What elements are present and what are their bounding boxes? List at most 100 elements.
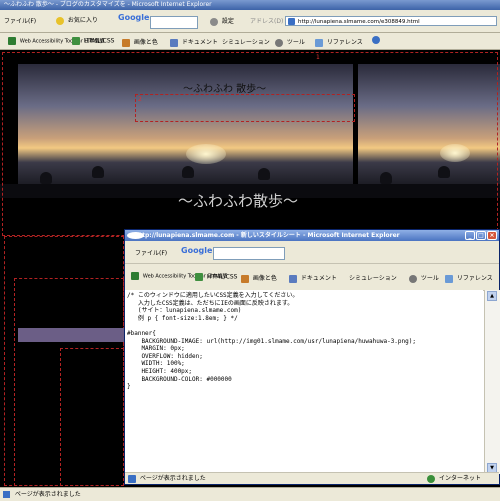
accessibility-toolbar: Web Accessibility Toolbar 日本語版 HTML/CSS … xyxy=(0,33,500,50)
gear-icon xyxy=(210,17,218,26)
css-line: MARGIN: 0px; xyxy=(127,345,185,353)
window-title: ～ふわふわ 散歩～ - ブログのカスタマイズを - Microsoft Inte… xyxy=(4,1,212,8)
google-toolbar: Google xyxy=(118,13,149,22)
check-icon xyxy=(72,37,80,45)
css-line: /* このウィンドウに適用したいCSS定義を入力してください。 xyxy=(127,292,299,299)
popup-html-css-menu[interactable]: HTML/CSS xyxy=(195,273,237,281)
popup-reference-menu[interactable]: リファレンス xyxy=(445,273,493,283)
popup-tools-label: ツール xyxy=(420,275,439,282)
address-bar[interactable]: http://lunapiena.slmame.com/e308849.html xyxy=(285,16,497,26)
popup-accessibility-toolbar: Web Accessibility Toolbar 日本語版 HTML/CSS … xyxy=(125,264,499,291)
css-line: } xyxy=(127,383,131,391)
css-line: OVERFLOW: hidden; xyxy=(127,352,203,360)
css-line: 入力したCSS定義は、ただちにIEの画面に反映されます。 xyxy=(127,299,294,307)
editor-scrollbar[interactable]: ▲ ▼ xyxy=(484,290,500,474)
maximize-button[interactable]: □ xyxy=(476,231,486,240)
css-editor-textarea[interactable]: /* このウィンドウに適用したいCSS定義を入力してください。 入力したCSS定… xyxy=(125,290,483,474)
tools-label: ツール xyxy=(286,39,305,46)
reference-label: リファレンス xyxy=(326,39,363,46)
main-toolbar: ファイル(F) お気に入り Google 設定 アドレス(D) http://l… xyxy=(0,10,500,33)
address-value: http://lunapiena.slmame.com/e308849.html xyxy=(298,19,420,25)
html-css-label: HTML/CSS xyxy=(83,37,115,45)
google-logo: Google xyxy=(118,13,150,22)
popup-document-menu[interactable]: ドキュメント xyxy=(289,273,337,283)
minimize-button[interactable]: _ xyxy=(465,231,475,240)
popup-file-menu[interactable]: ファイル(F) xyxy=(135,248,167,257)
scroll-up-icon[interactable]: ▲ xyxy=(487,291,497,301)
sidebar-highlight xyxy=(18,328,126,342)
simulation-menu[interactable]: シミュレーション xyxy=(222,37,270,46)
document-icon xyxy=(289,274,297,283)
css-line: BACKGROUND-COLOR: #000000 xyxy=(127,375,232,383)
popup-google-search-input[interactable] xyxy=(213,247,285,260)
reference-menu[interactable]: リファレンス xyxy=(315,37,363,47)
favorites-button[interactable]: お気に入り xyxy=(56,15,98,25)
popup-google-toolbar: Google xyxy=(181,246,212,255)
wrench-icon xyxy=(275,38,283,47)
internet-zone: インターネット xyxy=(427,473,481,484)
google-search-input[interactable] xyxy=(150,16,198,29)
css-line: WIDTH: 100%; xyxy=(127,360,185,368)
favorites-label: お気に入り xyxy=(67,17,98,24)
zone-label: インターネット xyxy=(438,475,481,482)
page-icon xyxy=(288,18,295,25)
popup-images-color-label: 画像と色 xyxy=(252,275,277,282)
guide-box-title xyxy=(135,94,355,122)
star-icon xyxy=(56,16,64,25)
ie-icon xyxy=(372,36,380,44)
popup-google-logo: Google xyxy=(181,246,213,255)
settings-button[interactable]: 設定 xyxy=(210,16,234,26)
image-icon xyxy=(122,38,130,47)
guide-marker-2: 2 xyxy=(138,96,142,103)
file-menu[interactable]: ファイル(F) xyxy=(4,16,36,25)
page-icon xyxy=(128,474,136,483)
stylesheet-popup-window: http://lunapiena.slmame.com - 新しいスタイルシート… xyxy=(124,229,500,485)
page-icon xyxy=(3,491,10,498)
html-css-menu[interactable]: HTML/CSS xyxy=(72,37,114,45)
status-text: ページが表示されました xyxy=(14,491,81,498)
tools-menu[interactable]: ツール xyxy=(275,37,305,47)
popup-titlebar[interactable]: http://lunapiena.slmame.com - 新しいスタイルシート… xyxy=(125,230,499,241)
status-bar: ページが表示されました xyxy=(0,487,500,501)
popup-document-label: ドキュメント xyxy=(300,275,337,282)
book-icon xyxy=(445,274,453,283)
check-icon xyxy=(195,273,203,281)
accessibility-icon xyxy=(131,272,139,280)
settings-label: 設定 xyxy=(221,18,234,25)
images-color-label: 画像と色 xyxy=(133,39,158,46)
images-color-menu[interactable]: 画像と色 xyxy=(122,37,158,47)
popup-status-text: ページが表示されました xyxy=(139,475,206,482)
css-line xyxy=(127,322,481,330)
guide-box-widget xyxy=(60,348,124,486)
css-line: BACKGROUND-IMAGE: url(http://img01.slmam… xyxy=(127,337,416,345)
wrench-icon xyxy=(409,274,417,283)
document-menu[interactable]: ドキュメント xyxy=(170,37,218,47)
guide-marker-1: 1 xyxy=(316,54,320,61)
internet-globe-icon xyxy=(427,474,436,483)
accessibility-icon xyxy=(8,37,16,45)
document-icon xyxy=(170,38,178,47)
popup-tools-menu[interactable]: ツール xyxy=(409,273,439,283)
image-icon xyxy=(241,274,249,283)
close-button[interactable]: × xyxy=(487,231,497,240)
popup-simulation-menu[interactable]: シミュレーション xyxy=(349,273,397,282)
css-line: #banner{ xyxy=(127,329,156,337)
ie-extra-button[interactable] xyxy=(372,36,382,44)
document-label: ドキュメント xyxy=(181,39,218,46)
popup-images-color-menu[interactable]: 画像と色 xyxy=(241,273,277,283)
popup-reference-label: リファレンス xyxy=(456,275,493,282)
window-titlebar[interactable]: ～ふわふわ 散歩～ - ブログのカスタマイズを - Microsoft Inte… xyxy=(0,0,500,10)
popup-html-css-label: HTML/CSS xyxy=(206,273,238,281)
file-menu-label: ファイル(F) xyxy=(4,18,37,25)
simulation-label: シミュレーション xyxy=(222,39,270,46)
css-line: HEIGHT: 400px; xyxy=(127,367,193,375)
popup-status-bar: ページが表示されました インターネット xyxy=(125,472,499,484)
address-label: アドレス(D) xyxy=(250,18,284,25)
popup-title: http://lunapiena.slmame.com - 新しいスタイルシート… xyxy=(135,232,400,239)
css-line: (サイト：lunapiena.slmame.com) xyxy=(127,307,242,315)
css-line: 例 p { font-size:1.8em; } */ xyxy=(127,314,238,322)
ie-icon xyxy=(127,232,144,239)
popup-simulation-label: シミュレーション xyxy=(349,275,397,282)
popup-toolbar: ファイル(F) Google xyxy=(125,241,499,264)
guide-box-banner xyxy=(2,52,498,236)
